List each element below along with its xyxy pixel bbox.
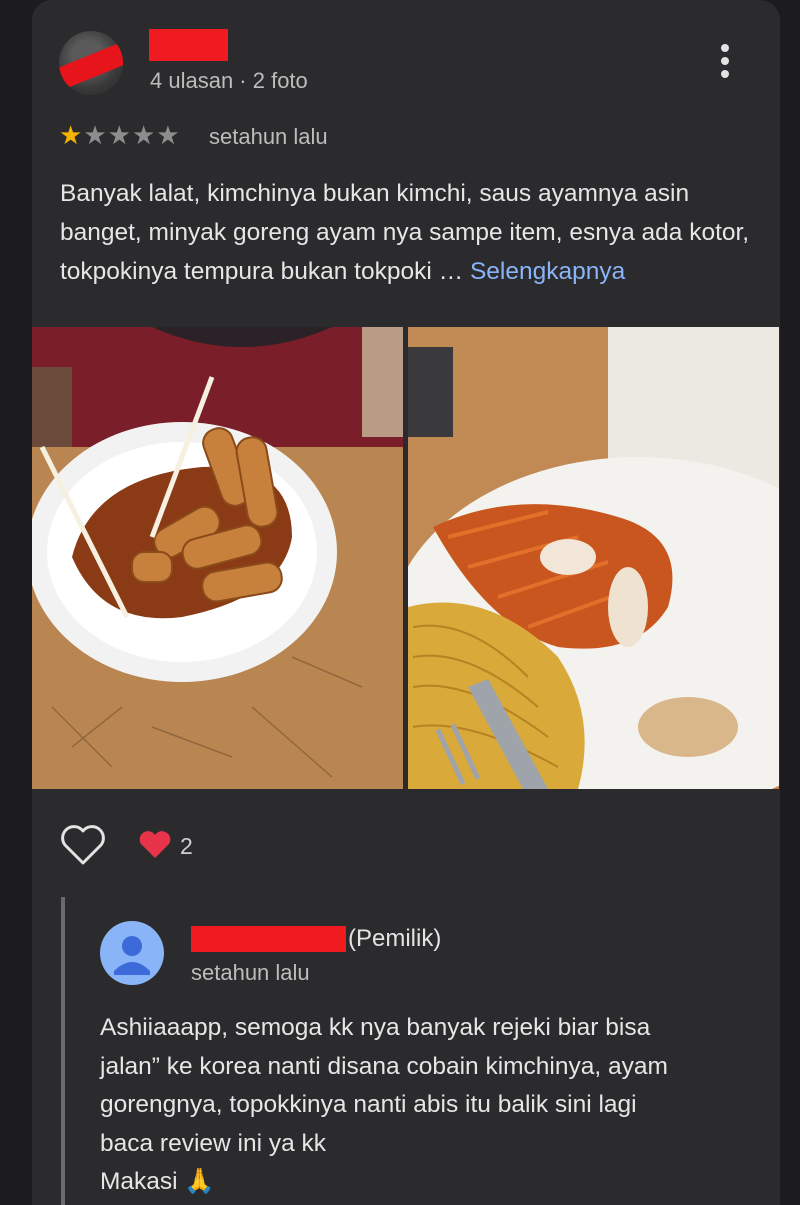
reaction-row xyxy=(60,822,172,868)
reviewer-avatar[interactable] xyxy=(59,31,123,95)
more-options-icon[interactable] xyxy=(711,40,739,86)
reply-indent-bar xyxy=(61,897,65,1205)
owner-label: (Pemilik) xyxy=(348,925,442,952)
reply-line: jalan” ke korea nanti disana cobain kimc… xyxy=(100,1052,668,1080)
star-empty-icon: ★ xyxy=(83,120,107,150)
star-rating: ★ ★ ★ ★ ★ xyxy=(59,122,180,148)
reply-line: baca review ini ya kk xyxy=(100,1129,327,1157)
review-time: setahun lalu xyxy=(209,124,328,149)
redaction-mark xyxy=(59,41,123,91)
heart-reaction-icon xyxy=(139,831,171,858)
owner-name-redacted[interactable] xyxy=(191,926,346,952)
review-text: Banyak lalat, kimchinya bukan kimchi, sa… xyxy=(60,174,760,291)
star-filled-icon: ★ xyxy=(59,120,83,150)
reply-time: setahun lalu xyxy=(191,960,310,985)
owner-avatar[interactable] xyxy=(100,921,164,985)
read-more-link[interactable]: Selengkapnya xyxy=(470,258,625,285)
reviewer-meta: 4 ulasan · 2 foto xyxy=(150,68,308,93)
reaction-count: 2 xyxy=(180,833,193,859)
star-empty-icon: ★ xyxy=(131,120,156,150)
owner-reply-text: Ashiiaaapp, semoga kk nya banyak rejeki … xyxy=(100,1009,760,1202)
reply-line: Ashiiaaapp, semoga kk nya banyak rejeki … xyxy=(100,1014,651,1041)
star-empty-icon: ★ xyxy=(156,120,180,150)
review-body: Banyak lalat, kimchinya bukan kimchi, sa… xyxy=(60,180,750,285)
star-empty-icon: ★ xyxy=(107,120,131,150)
reply-line: gorengnya, topokkinya nanti abis itu bal… xyxy=(100,1091,637,1118)
reply-line: Makasi 🙏 xyxy=(100,1168,215,1195)
kimchi-noodles-photo xyxy=(408,327,779,789)
review-photo-2[interactable] xyxy=(408,327,779,789)
reviewer-name-redacted[interactable] xyxy=(149,29,228,61)
ellipsis: … xyxy=(431,258,470,285)
tteokbokki-photo xyxy=(32,327,403,789)
like-heart-outline-icon[interactable] xyxy=(60,824,106,866)
person-icon xyxy=(114,936,150,975)
review-photo-1[interactable] xyxy=(32,327,403,789)
